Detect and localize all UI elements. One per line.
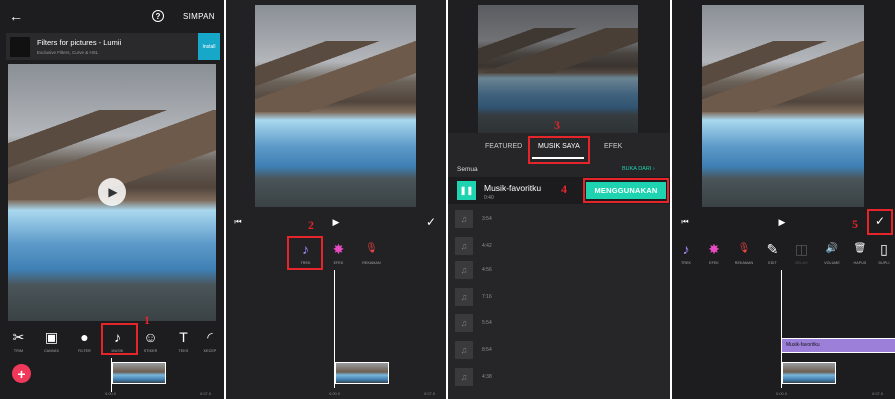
mic-icon: 🎙 xyxy=(737,243,751,254)
canvas-icon: ▣ xyxy=(44,329,59,345)
step-3-label: 3 xyxy=(554,118,560,132)
filter-icon: ● xyxy=(80,329,89,345)
audio-clip[interactable]: Musik-favoritku xyxy=(782,338,895,353)
ad-install-button[interactable]: Install xyxy=(198,33,220,60)
music-note-icon: ♫ xyxy=(455,367,473,386)
video-clip-thumb[interactable] xyxy=(112,362,166,384)
delete-icon: 🗑 xyxy=(853,243,867,254)
music-note-icon: ♫ xyxy=(455,236,473,255)
save-button[interactable]: SIMPAN xyxy=(183,12,215,21)
highlight-track-tool xyxy=(287,236,323,270)
tool-delete[interactable]: 🗑 HAPUS xyxy=(846,241,874,265)
timeline-start-time: 0:00.0 xyxy=(105,391,117,396)
ad-logo xyxy=(10,37,30,57)
video-clip-thumb[interactable] xyxy=(782,362,836,384)
text-icon: T xyxy=(179,329,188,345)
ad-title: Filters for pictures - Lumii xyxy=(37,38,122,47)
tool-trim[interactable]: ✂ TRIM xyxy=(2,329,35,353)
video-preview[interactable] xyxy=(702,5,864,207)
back-arrow-icon[interactable]: ← xyxy=(8,8,24,24)
tool-record[interactable]: 🎙 REKAMAN xyxy=(355,241,388,265)
open-from-link[interactable]: BUKA DARI › xyxy=(622,166,655,172)
audio-clip-label: Musik-favoritku xyxy=(786,342,820,348)
music-note-icon: ♫ xyxy=(455,287,473,306)
step-5-label: 5 xyxy=(852,217,858,231)
track-row[interactable]: ♫ 5:54 xyxy=(455,312,667,334)
mic-icon: 🎙 xyxy=(365,243,378,254)
filter-all-label[interactable]: Semua xyxy=(457,166,478,173)
selected-track-name: Musik-favoritku xyxy=(484,183,542,193)
tab-featured[interactable]: FEATURED xyxy=(485,143,522,150)
skip-back-icon[interactable]: ⏮ xyxy=(232,216,244,228)
ad-banner[interactable]: Filters for pictures - Lumii Exclusive F… xyxy=(6,33,220,60)
checkmark-icon[interactable]: ✓ xyxy=(424,215,438,229)
tool-text[interactable]: T TEKS xyxy=(167,329,200,353)
selected-track-duration: 0:40 xyxy=(484,195,494,201)
audio-toolbar: ♪ TREK ✸ EFEK 🎙 REKAMAN ✎ EDIT ◫ BELAH 🔊… xyxy=(672,241,894,265)
effect-icon: ✸ xyxy=(332,241,345,257)
video-preview[interactable] xyxy=(255,5,416,207)
track-row[interactable]: ♫ 4:42 xyxy=(455,235,667,257)
speed-icon: ◜ xyxy=(207,329,213,345)
timeline-end-time: 0:07.0 xyxy=(424,391,436,396)
track-row[interactable]: ♫ 4:56 xyxy=(455,259,667,281)
step-2-label: 2 xyxy=(308,218,314,232)
timeline-start-time: 0:00.0 xyxy=(329,391,341,396)
timeline-end-time: 0:07.0 xyxy=(200,391,212,396)
tool-edit[interactable]: ✎ EDIT xyxy=(760,241,785,265)
ad-subtitle: Exclusive Filters, Curve & HSL xyxy=(37,50,99,55)
tab-effect[interactable]: EFEK xyxy=(604,143,622,150)
edit-icon: ✎ xyxy=(766,241,779,257)
highlight-use-button xyxy=(583,178,669,203)
tool-volume[interactable]: 🔊 VOLUME xyxy=(818,241,846,265)
highlight-confirm-button xyxy=(867,209,893,235)
sticker-icon: ☺ xyxy=(143,329,158,345)
tool-effect[interactable]: ✸ EFEK xyxy=(700,241,728,265)
help-icon[interactable]: ? xyxy=(152,10,164,22)
tool-split: ◫ BELAH xyxy=(794,241,809,265)
video-preview-dimmed xyxy=(478,5,638,133)
duplicate-icon: ▯ xyxy=(880,241,888,257)
music-note-icon: ♫ xyxy=(455,209,473,228)
tool-effect[interactable]: ✸ EFEK xyxy=(322,241,355,265)
play-icon[interactable]: ▶ xyxy=(776,216,788,228)
music-note-icon: ♫ xyxy=(455,260,473,279)
music-note-icon: ♫ xyxy=(455,313,473,332)
step-4-label: 4 xyxy=(561,182,567,196)
tool-duplicate[interactable]: ▯ DUPLI xyxy=(874,241,894,265)
track-row[interactable]: ♫ 8:54 xyxy=(455,339,667,361)
track-row[interactable]: ♫ 4:38 xyxy=(455,366,667,388)
effect-icon: ✸ xyxy=(708,241,720,257)
panel-editor-main: ← ? SIMPAN Filters for pictures - Lumii … xyxy=(0,0,224,399)
tool-speed[interactable]: ◜ KECEP xyxy=(200,329,220,353)
music-note-icon: ♫ xyxy=(455,340,473,359)
play-icon[interactable]: ▶ xyxy=(330,216,342,228)
play-icon[interactable]: ▶ xyxy=(98,178,126,206)
panel-audio-added: ⏮ ▶ ✓ 5 ♪ TREK ✸ EFEK 🎙 REKAMAN ✎ EDIT ◫… xyxy=(672,0,895,399)
music-add-icon: ♪ xyxy=(682,241,690,257)
pause-icon[interactable]: ❚❚ xyxy=(457,181,476,200)
add-media-button[interactable]: + xyxy=(12,364,31,383)
tool-filter[interactable]: ● FILTER xyxy=(68,329,101,353)
scissors-icon: ✂ xyxy=(12,329,25,345)
split-icon: ◫ xyxy=(794,241,809,257)
skip-back-icon[interactable]: ⏮ xyxy=(679,216,691,228)
video-clip-thumb[interactable] xyxy=(335,362,389,384)
panel-music-menu: ⏮ ▶ ✓ ♪ TREK ✸ EFEK 🎙 REKAMAN 2 0:00.0 0… xyxy=(226,0,446,399)
timeline-start-time: 0:00.0 xyxy=(776,391,788,396)
volume-icon: 🔊 xyxy=(825,243,839,254)
highlight-my-music-tab xyxy=(528,136,590,164)
step-1-label: 1 xyxy=(144,313,150,327)
track-row[interactable]: ♫ 7:16 xyxy=(455,286,667,308)
timeline-end-time: 0:07.0 xyxy=(872,391,884,396)
track-row[interactable]: ♫ 3:54 xyxy=(455,208,667,230)
tool-track[interactable]: ♪ TREK xyxy=(672,241,700,265)
tool-canvas[interactable]: ▣ CANVAS xyxy=(35,329,68,353)
highlight-music-tool xyxy=(101,323,138,355)
tool-record[interactable]: 🎙 REKAMAN xyxy=(728,241,760,265)
tool-sticker[interactable]: ☺ STIKER xyxy=(134,329,167,353)
